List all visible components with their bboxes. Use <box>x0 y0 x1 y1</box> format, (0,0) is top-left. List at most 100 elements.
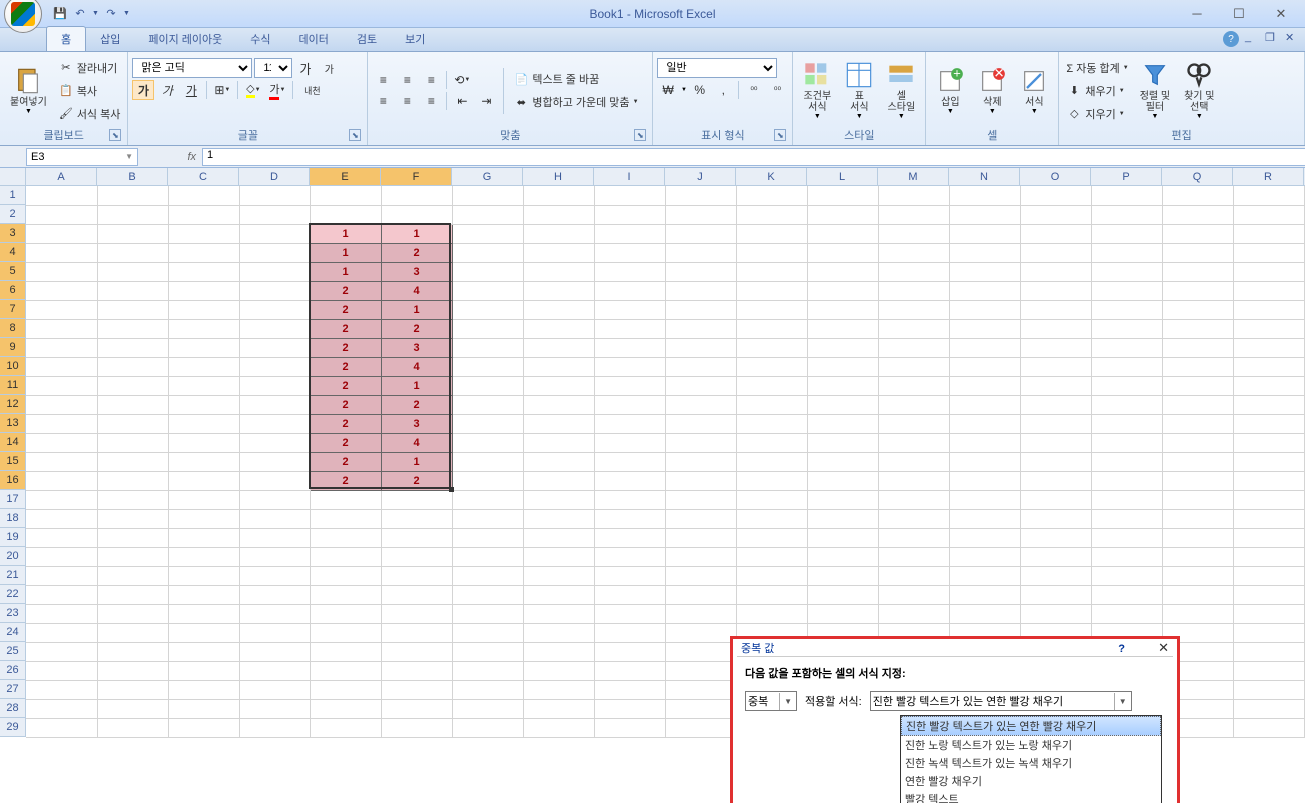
cell[interactable] <box>1233 452 1304 471</box>
cell[interactable] <box>168 680 239 699</box>
cell[interactable]: 2 <box>381 471 452 490</box>
cell[interactable] <box>168 452 239 471</box>
cell[interactable] <box>381 585 452 604</box>
cell[interactable] <box>97 661 168 680</box>
cell[interactable] <box>97 642 168 661</box>
cell[interactable] <box>26 680 97 699</box>
cell[interactable] <box>1020 433 1091 452</box>
cell[interactable] <box>310 528 381 547</box>
cell[interactable] <box>97 471 168 490</box>
cell[interactable]: 2 <box>310 452 381 471</box>
cell[interactable] <box>452 262 523 281</box>
cell[interactable] <box>26 604 97 623</box>
close-button[interactable]: ✕ <box>1261 5 1301 23</box>
cell[interactable] <box>1162 604 1233 623</box>
align-right-button[interactable]: ≡ <box>420 91 442 111</box>
cell[interactable] <box>665 509 736 528</box>
font-color-button[interactable]: 가▼ <box>266 80 288 100</box>
cell[interactable] <box>523 262 594 281</box>
cell[interactable] <box>1162 205 1233 224</box>
cell[interactable] <box>807 243 878 262</box>
name-box[interactable]: E3▼ <box>26 148 138 166</box>
tab-page-layout[interactable]: 페이지 레이아웃 <box>134 27 236 51</box>
cell[interactable] <box>1162 224 1233 243</box>
cell[interactable] <box>239 205 310 224</box>
cell[interactable] <box>1091 433 1162 452</box>
cell[interactable] <box>26 186 97 205</box>
select-all-corner[interactable] <box>0 168 26 186</box>
cell[interactable] <box>807 414 878 433</box>
cell[interactable] <box>665 699 736 718</box>
cell[interactable] <box>239 319 310 338</box>
cell[interactable] <box>239 281 310 300</box>
cell[interactable] <box>807 547 878 566</box>
cell[interactable] <box>239 509 310 528</box>
cell[interactable] <box>97 699 168 718</box>
cell[interactable] <box>310 547 381 566</box>
column-header[interactable]: P <box>1091 168 1162 185</box>
cell[interactable] <box>1233 395 1304 414</box>
cell[interactable] <box>1091 357 1162 376</box>
cell[interactable] <box>1020 414 1091 433</box>
cell[interactable] <box>949 452 1020 471</box>
cell[interactable] <box>97 509 168 528</box>
cell[interactable] <box>381 623 452 642</box>
cell[interactable] <box>97 395 168 414</box>
cell[interactable] <box>452 718 523 737</box>
cell[interactable] <box>26 357 97 376</box>
row-header[interactable]: 26 <box>0 661 25 680</box>
cell[interactable] <box>665 642 736 661</box>
cell[interactable] <box>26 205 97 224</box>
cell[interactable] <box>452 547 523 566</box>
cell[interactable] <box>239 547 310 566</box>
cell[interactable] <box>665 300 736 319</box>
cell[interactable] <box>1233 680 1304 699</box>
cell[interactable] <box>1020 547 1091 566</box>
cell[interactable] <box>736 414 807 433</box>
cell[interactable] <box>452 528 523 547</box>
cell[interactable]: 2 <box>310 300 381 319</box>
cell[interactable] <box>168 300 239 319</box>
insert-cells-button[interactable]: + 삽입▼ <box>930 56 970 126</box>
cell[interactable] <box>452 376 523 395</box>
cell[interactable] <box>381 528 452 547</box>
cell[interactable] <box>523 490 594 509</box>
cell[interactable] <box>1233 338 1304 357</box>
cell[interactable] <box>1091 243 1162 262</box>
cut-button[interactable]: ✂잘라내기 <box>55 57 124 79</box>
cell[interactable] <box>1233 281 1304 300</box>
cell[interactable] <box>381 661 452 680</box>
cell[interactable] <box>239 490 310 509</box>
cell[interactable] <box>452 205 523 224</box>
font-name-select[interactable]: 맑은 고딕 <box>132 58 252 78</box>
cell[interactable] <box>310 585 381 604</box>
cell[interactable] <box>523 566 594 585</box>
cell[interactable] <box>1233 509 1304 528</box>
cell[interactable] <box>452 357 523 376</box>
cell[interactable] <box>1162 509 1233 528</box>
cell[interactable] <box>168 224 239 243</box>
cell[interactable] <box>381 186 452 205</box>
cell[interactable] <box>665 414 736 433</box>
cell[interactable] <box>1020 452 1091 471</box>
cell[interactable] <box>878 395 949 414</box>
cell[interactable] <box>878 281 949 300</box>
cell[interactable] <box>26 300 97 319</box>
fx-icon[interactable]: fx <box>187 151 196 163</box>
cell[interactable] <box>949 186 1020 205</box>
cell[interactable] <box>807 509 878 528</box>
find-select-button[interactable]: 찾기 및 선택▼ <box>1178 56 1220 126</box>
cell[interactable] <box>452 338 523 357</box>
cell[interactable] <box>1020 224 1091 243</box>
cell[interactable] <box>452 243 523 262</box>
cell[interactable] <box>168 414 239 433</box>
cell[interactable]: 2 <box>310 281 381 300</box>
orientation-button[interactable]: ⟲▼ <box>451 70 473 90</box>
percent-button[interactable]: % <box>689 80 711 100</box>
tab-formulas[interactable]: 수식 <box>236 27 284 51</box>
font-dialog-launcher[interactable]: ⬊ <box>349 129 361 141</box>
cell[interactable] <box>452 642 523 661</box>
cell[interactable] <box>736 566 807 585</box>
cell[interactable] <box>310 680 381 699</box>
cell[interactable] <box>168 281 239 300</box>
